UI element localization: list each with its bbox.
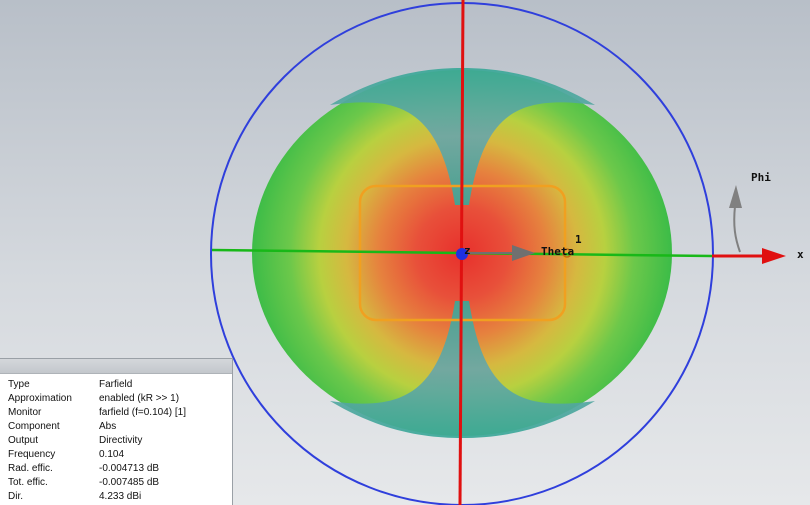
property-row: Rad. effic. -0.004713 dB xyxy=(0,462,186,476)
property-row: Approximation enabled (kR >> 1) xyxy=(0,392,186,406)
phi-arrowhead xyxy=(729,185,742,208)
property-row: Component Abs xyxy=(0,420,186,434)
port-number-label: 1 xyxy=(575,233,582,246)
property-key: Rad. effic. xyxy=(8,463,53,474)
farfield-3d-viewport[interactable]: z Theta 1 Phi x Type Farfield Approximati… xyxy=(0,0,810,505)
property-row: Frequency 0.104 xyxy=(0,448,186,462)
property-key: Tot. effic. xyxy=(8,477,48,488)
property-row: Tot. effic. -0.007485 dB xyxy=(0,476,186,490)
property-value: 0.104 xyxy=(99,449,125,460)
property-value: enabled (kR >> 1) xyxy=(99,393,180,404)
property-key: Approximation xyxy=(8,393,72,404)
property-row: Output Directivity xyxy=(0,434,186,448)
theta-label: Theta xyxy=(541,245,574,258)
farfield-info-panel: Type Farfield Approximation enabled (kR >>… xyxy=(0,358,233,505)
property-value: farfield (f=0.104) [1] xyxy=(99,407,186,418)
property-key: Component xyxy=(8,421,60,432)
x-axis-arrowhead xyxy=(762,248,786,264)
property-value: Abs xyxy=(99,421,117,432)
property-row: Monitor farfield (f=0.104) [1] xyxy=(0,406,186,420)
property-key: Type xyxy=(8,379,30,390)
property-value: -0.007485 dB xyxy=(99,477,160,488)
property-key: Output xyxy=(8,435,39,446)
info-panel-header xyxy=(0,359,232,374)
property-key: Monitor xyxy=(8,407,42,418)
property-value: Farfield xyxy=(99,379,133,390)
farfield-properties-table: Type Farfield Approximation enabled (kR >>… xyxy=(0,378,186,504)
property-key: Dir. xyxy=(8,491,23,502)
property-value: 4.233 dBi xyxy=(99,491,142,502)
z-axis-label: z xyxy=(464,244,471,257)
phi-arrow-curve xyxy=(733,205,741,253)
property-value: Directivity xyxy=(99,435,143,446)
x-axis-label: x xyxy=(797,248,804,261)
property-row: Dir. 4.233 dBi xyxy=(0,490,186,504)
property-row: Type Farfield xyxy=(0,378,186,392)
property-value: -0.004713 dB xyxy=(99,463,160,474)
phi-label: Phi xyxy=(751,171,771,184)
property-key: Frequency xyxy=(8,449,56,460)
